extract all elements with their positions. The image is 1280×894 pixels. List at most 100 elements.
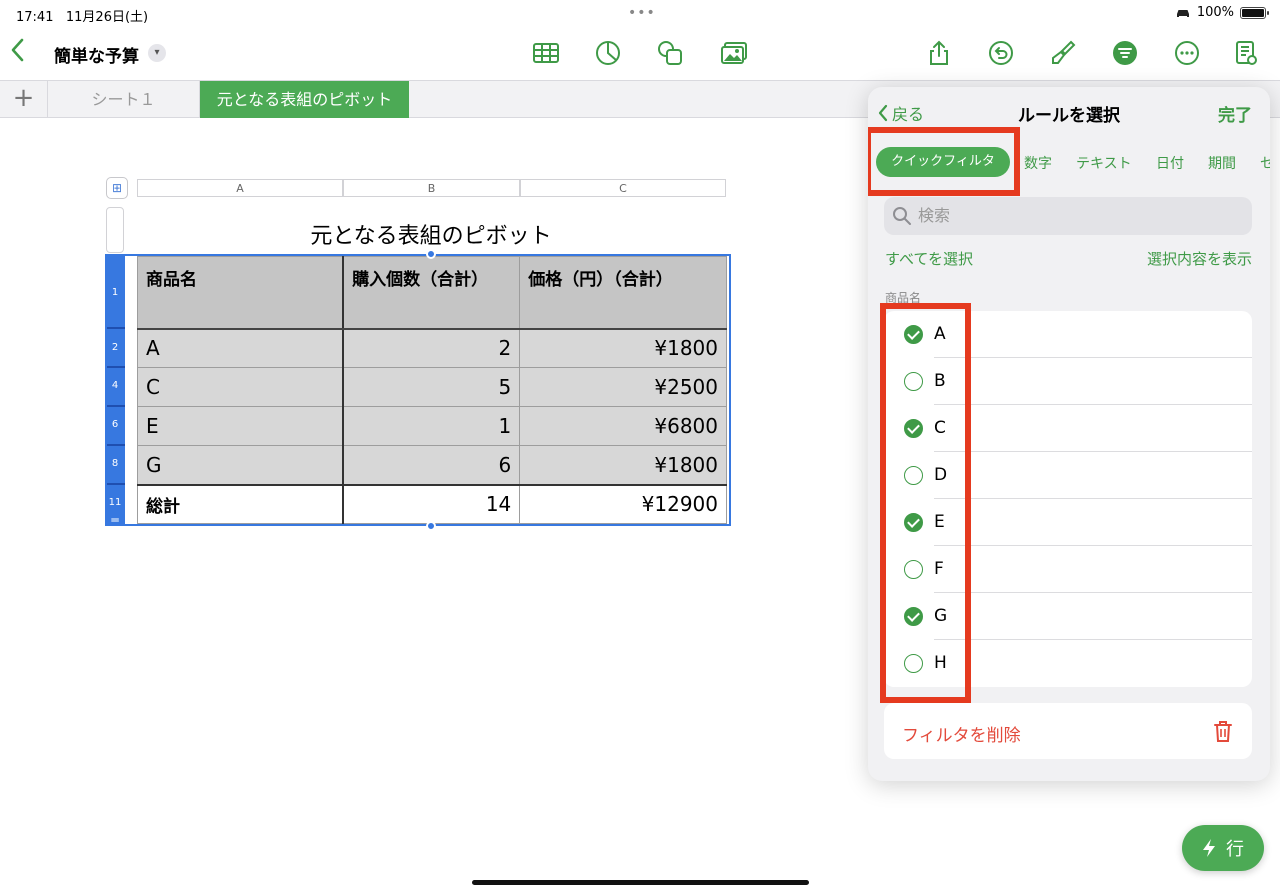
undo-icon[interactable] [986,38,1016,68]
select-all-button[interactable]: すべてを選択 [885,248,973,269]
table-cell[interactable]: A [137,328,345,368]
list-item[interactable]: B [884,358,1252,405]
table-cell[interactable]: G [137,445,345,485]
search-icon [893,207,911,225]
lightning-icon [1203,839,1215,857]
done-button[interactable]: 完了 [1218,101,1252,126]
list-item[interactable]: F [884,546,1252,593]
checkmark-circle-icon [904,607,923,626]
segment-period[interactable]: 期間 [1208,153,1236,173]
segment-quick-filter[interactable]: クイックフィルタ [876,147,1010,177]
checkmark-circle-icon [904,419,923,438]
table-handle-icon[interactable]: ⊞ [106,177,128,199]
car-icon [1176,9,1189,17]
format-brush-icon[interactable] [1048,38,1078,68]
empty-circle-icon [904,560,923,579]
popover-title: ルールを選択 [1018,106,1120,126]
resize-handle-top[interactable] [426,249,436,259]
table-row: A 2 ¥1800 [137,328,727,368]
table-header-row: 商品名 購入個数（合計） 価格（円）（合計） [137,256,727,330]
show-selection-button[interactable]: 選択内容を表示 [1147,248,1252,269]
list-item[interactable]: C [884,405,1252,452]
table-cell[interactable]: 総計 [137,483,345,524]
tab-sheet-1[interactable]: シート１ [48,81,200,118]
header-cell[interactable]: 購入個数（合計） [342,256,521,330]
document-title[interactable]: 簡単な予算 [54,42,139,67]
list-item-label: E [934,512,945,532]
table-cell[interactable]: 1 [342,406,521,446]
checkmark-circle-icon [904,513,923,532]
row-number: 4 [111,380,119,391]
multitask-dots-icon[interactable]: ••• [628,5,656,21]
back-chevron-icon[interactable] [10,38,34,68]
table-icon[interactable] [531,38,561,68]
total-row: 総計 14 ¥12900 [137,483,727,524]
search-placeholder: 検索 [918,206,951,225]
list-item[interactable]: D [884,452,1252,499]
column-header-b[interactable]: B [343,179,520,197]
column-header-c[interactable]: C [520,179,726,197]
row-number: 6 [111,419,119,430]
delete-filter-button[interactable]: フィルタを削除 [884,703,1252,759]
add-sheet-button[interactable]: + [0,81,48,118]
chart-icon[interactable] [593,38,623,68]
row-number: 11 [108,497,122,508]
filter-popover: 戻る ルールを選択 完了 クイックフィルタ 数字 テキスト 日付 期間 セ 検索… [868,87,1270,781]
home-indicator[interactable] [472,880,809,885]
more-icon[interactable] [1172,38,1202,68]
table-cell[interactable]: 14 [342,483,521,524]
table-cell[interactable]: 5 [342,367,521,407]
reading-view-icon[interactable] [1231,38,1261,68]
rows-action-button[interactable]: 行 [1182,825,1264,871]
table-cell[interactable]: 2 [342,328,521,368]
list-item-label: H [934,653,947,673]
column-header-a[interactable]: A [137,179,343,197]
media-icon[interactable] [719,38,749,68]
list-item-label: B [934,371,946,391]
row-number: 2 [111,342,119,353]
search-field[interactable]: 検索 [884,197,1252,235]
empty-circle-icon [904,372,923,391]
table-cell[interactable]: E [137,406,345,446]
pivot-table: 商品名 購入個数（合計） 価格（円）（合計） A 2 ¥1800 C 5 ¥25… [137,256,727,524]
segment-number[interactable]: 数字 [1024,153,1052,173]
table-row: C 5 ¥2500 [137,367,727,407]
list-item[interactable]: G [884,593,1252,640]
table-row: G 6 ¥1800 [137,445,727,485]
share-icon[interactable] [924,38,954,68]
table-cell[interactable]: ¥12900 [519,483,727,524]
trash-icon [1214,721,1232,742]
status-bar: 17:41 11月26日(土) ••• 100% [0,0,1280,26]
header-cell[interactable]: 価格（円）（合計） [519,256,727,330]
battery-percent: 100% [1196,5,1234,20]
table-cell[interactable]: ¥1800 [519,445,727,485]
segment-date[interactable]: 日付 [1156,153,1184,173]
checkmark-circle-icon [904,325,923,344]
list-item-label: F [934,559,944,579]
table-cell[interactable]: 6 [342,445,521,485]
tab-pivot-sheet[interactable]: 元となる表組のピボット [200,81,409,118]
table-cell[interactable]: ¥1800 [519,328,727,368]
list-item[interactable]: H [884,640,1252,687]
table-cell[interactable]: C [137,367,345,407]
empty-circle-icon [904,654,923,673]
row-number-strip[interactable]: 1 2 4 6 8 11 ═ [105,254,125,527]
list-item[interactable]: E [884,499,1252,546]
table-row: E 1 ¥6800 [137,406,727,446]
status-right: 100% [1175,5,1269,20]
segment-more[interactable]: セ [1260,153,1270,173]
segment-text[interactable]: テキスト [1076,153,1132,173]
table-cell[interactable]: ¥2500 [519,367,727,407]
filter-value-list: A B C D E F G H [884,311,1252,687]
empty-circle-icon [904,466,923,485]
list-item-label: A [934,324,946,344]
row-resize-handle-icon[interactable]: ═ [105,513,125,527]
header-cell[interactable]: 商品名 [137,256,345,330]
title-menu-chevron-icon[interactable]: ▾ [148,44,166,62]
organize-filter-icon[interactable] [1110,38,1140,68]
table-cell[interactable]: ¥6800 [519,406,727,446]
shapes-icon[interactable] [655,38,685,68]
resize-handle-bottom[interactable] [426,521,436,531]
table-title[interactable]: 元となる表組のピボット [104,218,758,250]
list-item[interactable]: A [884,311,1252,358]
